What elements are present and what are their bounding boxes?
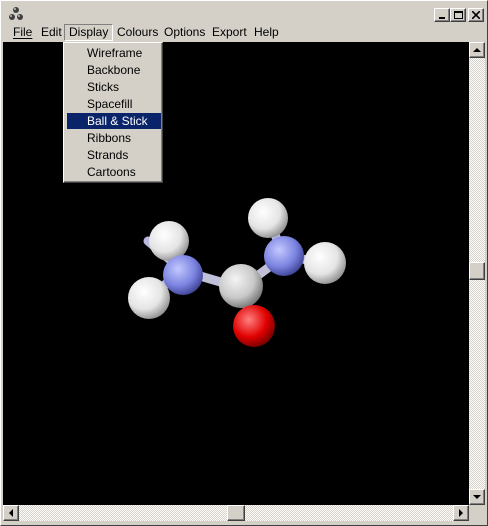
- display-menu-dropdown: Wireframe Backbone Sticks Spacefill Ball…: [63, 42, 163, 183]
- arrow-right-icon: [458, 509, 463, 517]
- scroll-right-button[interactable]: [453, 505, 469, 521]
- app-icon[interactable]: [8, 6, 24, 22]
- menu-item-spacefill[interactable]: Spacefill: [67, 96, 161, 112]
- scroll-down-button[interactable]: [469, 489, 485, 505]
- menu-item-cartoons[interactable]: Cartoons: [67, 164, 161, 180]
- maximize-button[interactable]: [450, 8, 466, 22]
- menu-bar: File Edit Display Colours Options Export…: [3, 23, 485, 42]
- menu-help[interactable]: Help: [250, 24, 283, 41]
- carbon-atom: [219, 264, 263, 308]
- scroll-up-button[interactable]: [469, 42, 485, 58]
- menu-item-wireframe[interactable]: Wireframe: [67, 45, 161, 61]
- rasmol-window: File Edit Display Colours Options Export…: [0, 0, 488, 526]
- menu-item-ball-and-stick[interactable]: Ball & Stick: [67, 113, 161, 129]
- menu-item-strands[interactable]: Strands: [67, 147, 161, 163]
- scroll-corner: [469, 505, 485, 521]
- arrow-left-icon: [8, 509, 13, 517]
- menu-item-backbone[interactable]: Backbone: [67, 62, 161, 78]
- hydrogen-atom: [128, 277, 170, 319]
- horizontal-scroll-thumb[interactable]: [227, 505, 245, 521]
- nitrogen-atom: [163, 255, 203, 295]
- minimize-button[interactable]: [434, 8, 450, 22]
- arrow-down-icon: [473, 494, 481, 499]
- menu-export[interactable]: Export: [208, 24, 251, 41]
- vertical-scroll-thumb[interactable]: [469, 262, 485, 280]
- nitrogen-atom: [264, 236, 304, 276]
- oxygen-atom: [233, 305, 275, 347]
- close-icon: [472, 11, 480, 19]
- menu-file[interactable]: File: [9, 24, 36, 41]
- minimize-icon: [439, 17, 445, 19]
- title-bar[interactable]: [3, 3, 485, 23]
- horizontal-scrollbar[interactable]: [3, 505, 469, 521]
- hydrogen-atom: [304, 242, 346, 284]
- menu-options[interactable]: Options: [160, 24, 209, 41]
- maximize-icon: [453, 11, 463, 19]
- vertical-scrollbar[interactable]: [469, 42, 485, 505]
- menu-colours[interactable]: Colours: [113, 24, 162, 41]
- menu-item-ribbons[interactable]: Ribbons: [67, 130, 161, 146]
- scroll-left-button[interactable]: [3, 505, 19, 521]
- arrow-up-icon: [473, 47, 481, 52]
- menu-item-sticks[interactable]: Sticks: [67, 79, 161, 95]
- menu-edit[interactable]: Edit: [37, 24, 66, 41]
- close-button[interactable]: [468, 8, 484, 22]
- hydrogen-atom: [248, 198, 288, 238]
- menu-display[interactable]: Display: [64, 24, 114, 41]
